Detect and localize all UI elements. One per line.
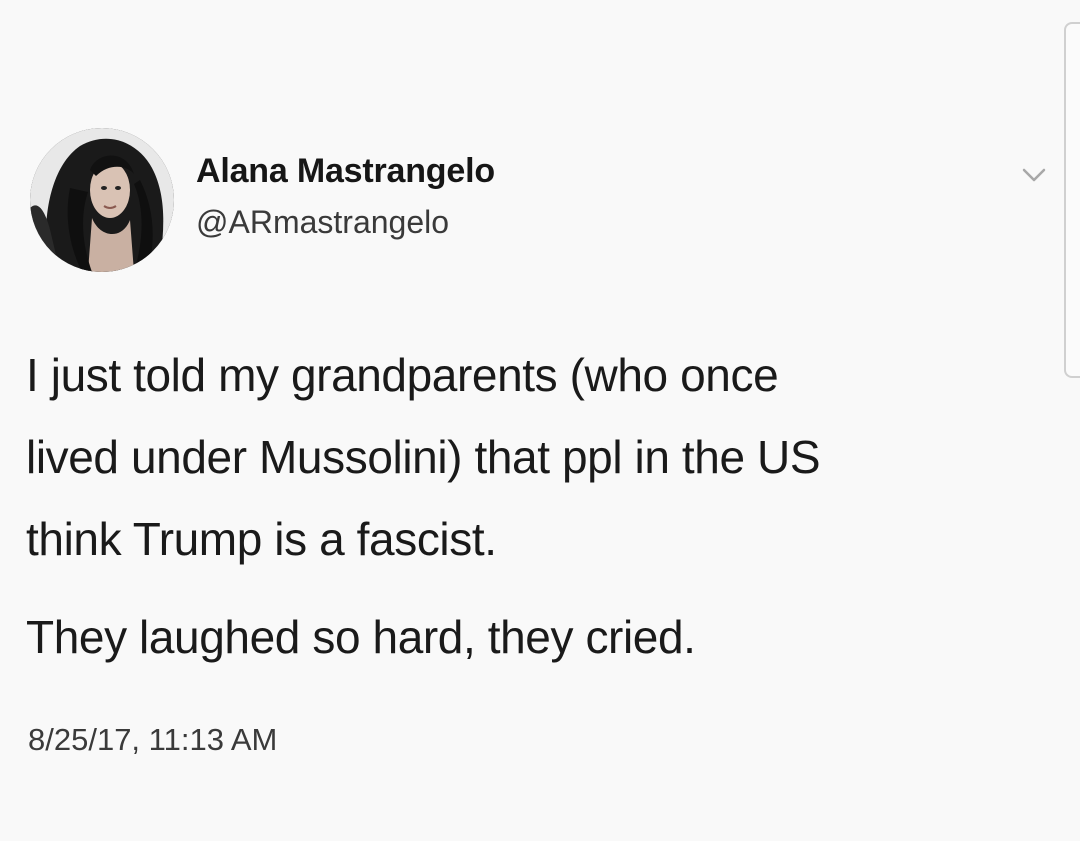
tweet-text-line: I just told my grandparents (who once bbox=[26, 349, 779, 401]
tweet-timestamp[interactable]: 8/25/17, 11:13 AM bbox=[28, 722, 277, 758]
tweet-menu-button[interactable] bbox=[1016, 160, 1052, 190]
tweet-card: Alana Mastrangelo @ARmastrangelo I just … bbox=[0, 0, 1080, 841]
tweet-text-line: lived under Mussolini) that ppl in the U… bbox=[26, 431, 821, 483]
profile-photo-icon bbox=[30, 128, 174, 272]
display-name[interactable]: Alana Mastrangelo bbox=[196, 152, 495, 191]
username-handle[interactable]: @ARmastrangelo bbox=[196, 204, 449, 241]
edge-panel bbox=[1064, 22, 1080, 378]
avatar[interactable] bbox=[30, 128, 174, 272]
chevron-down-icon bbox=[1022, 168, 1046, 182]
tweet-text: I just told my grandparents (who once li… bbox=[26, 334, 1056, 678]
tweet-text-paragraph: They laughed so hard, they cried. bbox=[26, 611, 696, 663]
tweet-text-line: think Trump is a fascist. bbox=[26, 513, 497, 565]
